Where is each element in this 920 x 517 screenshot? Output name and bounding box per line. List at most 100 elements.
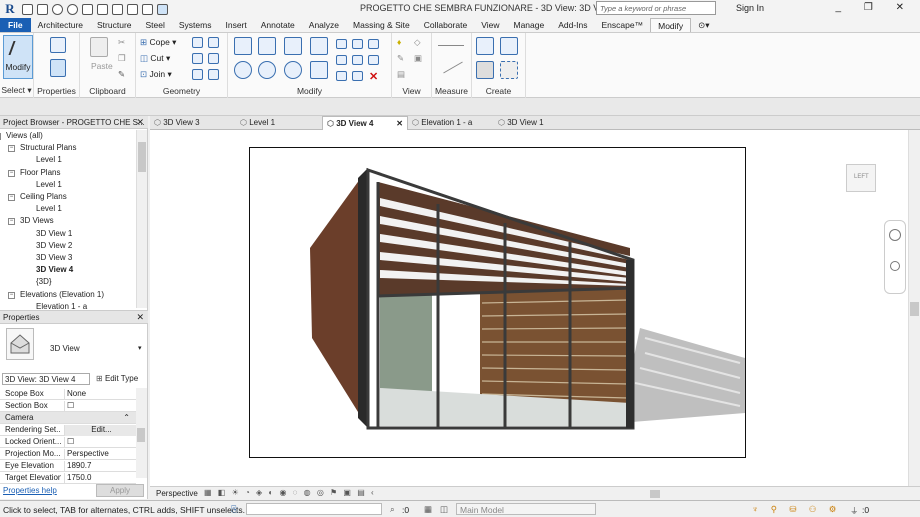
delete-icon[interactable]: ✕ (369, 70, 378, 83)
workset-icon[interactable]: ⎘ (231, 504, 238, 515)
override-icon[interactable]: ▣ (414, 53, 422, 64)
cope-button[interactable]: ⊞ Cope ▾ (140, 37, 176, 48)
ribbon-tab-collaborate[interactable]: Collaborate (417, 18, 474, 32)
scroll-thumb[interactable] (910, 302, 919, 316)
view-tab[interactable]: ⬡ Elevation 1 - a (408, 116, 494, 130)
property-group-header[interactable]: Camera ⌃ (0, 412, 136, 424)
property-row[interactable]: Target Elevation 1750.0 (0, 472, 136, 484)
type-selector[interactable]: 3D View (50, 344, 80, 353)
tree-item[interactable]: 3D Views (20, 216, 54, 225)
property-value[interactable]: 1750.0 (64, 473, 136, 484)
hide-icon[interactable]: ▤ (397, 69, 405, 80)
tree-item[interactable]: 3D View 3 (36, 253, 72, 262)
properties-scrollbar[interactable] (136, 388, 147, 478)
expand-toggle[interactable]: − (8, 291, 15, 299)
horizontal-scroll-thumb[interactable] (650, 490, 660, 498)
create-group-icon[interactable] (476, 61, 494, 79)
property-value[interactable]: ☐ (64, 437, 136, 448)
select-dropdown[interactable]: Select ▾ (0, 85, 33, 96)
ribbon-tab-architecture[interactable]: Architecture (31, 18, 90, 32)
cut-button[interactable]: ◫ Cut ▾ (140, 53, 170, 64)
split-face-icon[interactable] (192, 37, 203, 48)
offset-icon[interactable] (258, 37, 276, 55)
ribbon-tab-file[interactable]: File (0, 18, 31, 32)
design-option-icon[interactable]: ◫ (440, 504, 448, 515)
text-icon[interactable] (112, 3, 123, 15)
linework-icon[interactable]: ✎ (397, 53, 404, 64)
copy-icon[interactable]: ❐ (118, 53, 126, 64)
tree-item[interactable]: 3D View 2 (36, 241, 72, 250)
expand-toggle[interactable]: − (8, 194, 15, 201)
project-browser-scrollbar[interactable] (136, 130, 147, 308)
close-tab-icon[interactable]: ✕ (396, 119, 403, 128)
ribbon-tab-view[interactable]: View (474, 18, 506, 32)
instance-selector[interactable]: 3D View: 3D View 4 (2, 373, 90, 385)
scroll-thumb[interactable] (138, 142, 146, 172)
ribbon-tab-add-ins[interactable]: Add-Ins (551, 18, 594, 32)
building-3d-model[interactable] (250, 148, 746, 458)
zoom-icon[interactable] (890, 261, 900, 271)
ribbon-tab-enscape[interactable]: Enscape™ (595, 18, 651, 32)
tree-item[interactable]: Level 1 (36, 155, 62, 164)
mirror-pick-axis-icon[interactable] (284, 37, 302, 55)
trim-extend-icon[interactable] (310, 61, 328, 79)
sign-in-button[interactable]: Sign In (736, 3, 764, 13)
window-controls[interactable]: _ ❐ ✕ (836, 2, 914, 13)
copy-element-icon[interactable] (258, 61, 276, 79)
paint-icon[interactable] (208, 37, 219, 48)
projection-mode[interactable]: Perspective (156, 489, 198, 498)
align-icon[interactable] (234, 37, 252, 55)
array-icon[interactable] (336, 55, 347, 65)
tree-item[interactable]: Floor Plans (20, 168, 60, 177)
filter-icon[interactable]: ⏚ (850, 505, 859, 517)
switch-windows-icon[interactable] (157, 3, 168, 15)
light-bulb-icon[interactable]: ♦ (397, 37, 401, 47)
expand-toggle[interactable]: − (8, 218, 15, 226)
type-dropdown-arrow[interactable]: ▾ (138, 344, 142, 352)
property-value[interactable]: 1890.7 (64, 461, 136, 472)
create-parts-icon[interactable] (500, 37, 518, 55)
ribbon-tab-massing-site[interactable]: Massing & Site (346, 18, 417, 32)
hammer-icon[interactable] (208, 69, 219, 80)
undo-icon[interactable] (52, 3, 63, 15)
tree-item[interactable]: Structural Plans (20, 143, 76, 152)
editable-only-icon[interactable]: ▦ (424, 504, 432, 515)
match-properties-icon[interactable]: ✎ (118, 69, 125, 80)
property-row[interactable]: Rendering Set... Edit... (0, 424, 136, 436)
model-dropdown[interactable]: Main Model (456, 503, 596, 515)
properties-help-link[interactable]: Properties help (3, 486, 57, 495)
expand-toggle[interactable]: − (0, 133, 1, 140)
tree-item[interactable]: 3D View 4 (36, 265, 73, 274)
close-icon[interactable]: ✕ (136, 312, 144, 323)
design-options-icon[interactable]: ⌕ (390, 504, 395, 515)
ribbon-tab-insert[interactable]: Insert (218, 18, 253, 32)
trim-single-icon[interactable] (336, 71, 347, 81)
ribbon-tab-modify[interactable]: Modify (650, 18, 692, 32)
3d-view-icon[interactable] (127, 3, 138, 15)
view-tab[interactable]: ⬡ 3D View 4 ✕ (322, 116, 408, 130)
tree-item[interactable]: Level 1 (36, 180, 62, 189)
property-row[interactable]: Section Box ☐ (0, 400, 136, 412)
mirror-draw-axis-icon[interactable] (310, 37, 328, 55)
open-icon[interactable] (22, 3, 33, 15)
canvas-vertical-scrollbar[interactable] (908, 130, 920, 486)
property-value[interactable]: None (64, 389, 136, 400)
property-row[interactable]: Scope Box None (0, 388, 136, 400)
trim-multiple-icon[interactable] (352, 71, 363, 81)
section-icon[interactable] (142, 3, 153, 15)
redo-icon[interactable] (67, 3, 78, 15)
apply-button[interactable]: Apply (96, 484, 144, 497)
save-icon[interactable] (37, 3, 48, 15)
ribbon-tab-structure[interactable]: Structure (90, 18, 139, 32)
property-value[interactable]: Perspective (64, 449, 136, 460)
view-tab[interactable]: ⬡ 3D View 3 (150, 116, 236, 130)
ribbon-tab-annotate[interactable]: Annotate (254, 18, 302, 32)
ribbon-tab-[interactable]: ⊙▾ (691, 18, 716, 32)
split-icon[interactable] (336, 39, 347, 49)
ribbon-tab-manage[interactable]: Manage (507, 18, 552, 32)
view-tab[interactable]: ⬡ 3D View 1 (494, 116, 580, 130)
workset-dropdown[interactable] (246, 503, 382, 515)
remove-paint-icon[interactable] (192, 69, 203, 80)
cut-clipboard-icon[interactable]: ✂ (118, 37, 125, 48)
unpin-icon[interactable] (368, 55, 379, 65)
